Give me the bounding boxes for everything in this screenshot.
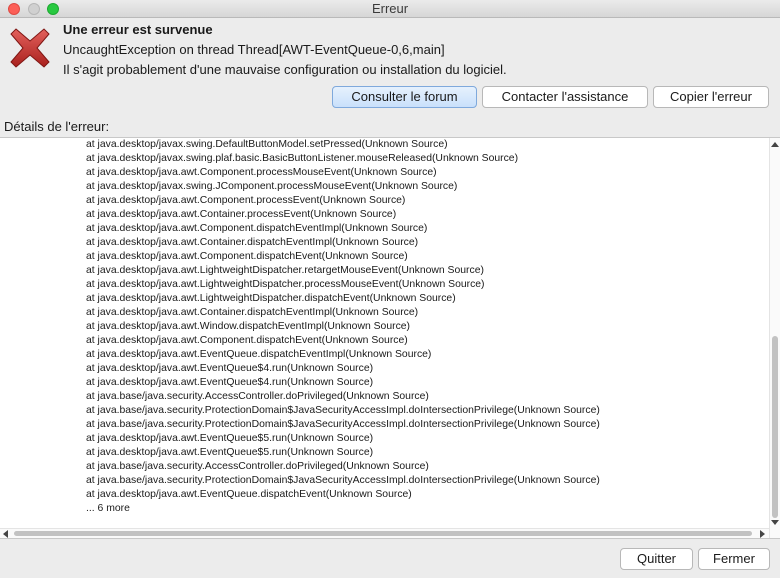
error-details-label: Détails de l'erreur: [4, 119, 110, 134]
error-hint: Il s'agit probablement d'une mauvaise co… [63, 62, 507, 77]
stack-trace-line: at java.desktop/java.awt.Container.dispa… [86, 237, 419, 248]
stack-trace-list: at java.desktop/javax.swing.DefaultButto… [86, 138, 600, 516]
exception-message: UncaughtException on thread Thread[AWT-E… [63, 42, 445, 57]
stack-trace-line: at java.desktop/java.awt.EventQueue$5.ru… [86, 433, 374, 444]
stack-trace-line: at java.desktop/java.awt.LightweightDisp… [86, 293, 456, 304]
stack-trace-line: at java.desktop/java.awt.Container.proce… [86, 209, 397, 220]
error-x-icon [10, 28, 50, 68]
stack-trace-line: at java.desktop/java.awt.Window.dispatch… [86, 321, 411, 332]
stack-trace-line: ... 6 more [86, 503, 130, 514]
stack-trace-line: at java.base/java.security.AccessControl… [86, 391, 429, 402]
close-button[interactable]: Fermer [698, 548, 770, 570]
scroll-left-arrow-icon[interactable] [3, 530, 8, 538]
stack-trace-line: at java.desktop/java.awt.Container.dispa… [86, 307, 419, 318]
stack-trace-line: at java.desktop/javax.swing.JComponent.p… [86, 181, 458, 192]
contact-support-button[interactable]: Contacter l'assistance [482, 86, 648, 108]
stack-trace-line: at java.base/java.security.ProtectionDom… [86, 419, 600, 430]
stack-trace-line: at java.desktop/javax.swing.DefaultButto… [86, 139, 448, 150]
stack-trace-line: at java.desktop/java.awt.Component.dispa… [86, 251, 408, 262]
copy-error-button[interactable]: Copier l'erreur [653, 86, 769, 108]
stack-trace-line: at java.desktop/java.awt.Component.dispa… [86, 335, 408, 346]
stack-trace-line: at java.base/java.security.AccessControl… [86, 461, 429, 472]
horizontal-scroll-thumb[interactable] [14, 531, 752, 536]
stack-trace-line: at java.desktop/java.awt.EventQueue$4.ru… [86, 377, 374, 388]
vertical-scrollbar[interactable] [769, 138, 780, 538]
quit-button[interactable]: Quitter [620, 548, 693, 570]
stack-trace-line: at java.desktop/java.awt.EventQueue$4.ru… [86, 363, 374, 374]
stack-trace-line: at java.desktop/java.awt.Component.proce… [86, 195, 406, 206]
scroll-up-arrow-icon[interactable] [771, 142, 779, 147]
error-details-textarea[interactable]: at java.desktop/javax.swing.DefaultButto… [0, 137, 780, 539]
stack-trace-line: at java.desktop/javax.swing.plaf.basic.B… [86, 153, 519, 164]
stack-trace-line: at java.base/java.security.ProtectionDom… [86, 405, 600, 416]
stack-trace-line: at java.desktop/java.awt.LightweightDisp… [86, 279, 485, 290]
stack-trace-line: at java.desktop/java.awt.EventQueue.disp… [86, 489, 412, 500]
stack-trace-line: at java.desktop/java.awt.Component.dispa… [86, 223, 428, 234]
vertical-scroll-thumb[interactable] [772, 336, 778, 518]
scroll-down-arrow-icon[interactable] [771, 520, 779, 525]
scroll-right-arrow-icon[interactable] [760, 530, 765, 538]
error-heading: Une erreur est survenue [63, 22, 213, 37]
stack-trace-line: at java.desktop/java.awt.LightweightDisp… [86, 265, 484, 276]
stack-trace-line: at java.desktop/java.awt.EventQueue$5.ru… [86, 447, 374, 458]
window-titlebar: Erreur [0, 0, 780, 18]
window-title: Erreur [371, 1, 409, 16]
stack-trace-line: at java.desktop/java.awt.Component.proce… [86, 167, 437, 178]
consult-forum-button[interactable]: Consulter le forum [332, 86, 477, 108]
stack-trace-line: at java.desktop/java.awt.EventQueue.disp… [86, 349, 432, 360]
stack-trace-line: at java.base/java.security.ProtectionDom… [86, 475, 600, 486]
horizontal-scrollbar[interactable] [0, 528, 769, 538]
